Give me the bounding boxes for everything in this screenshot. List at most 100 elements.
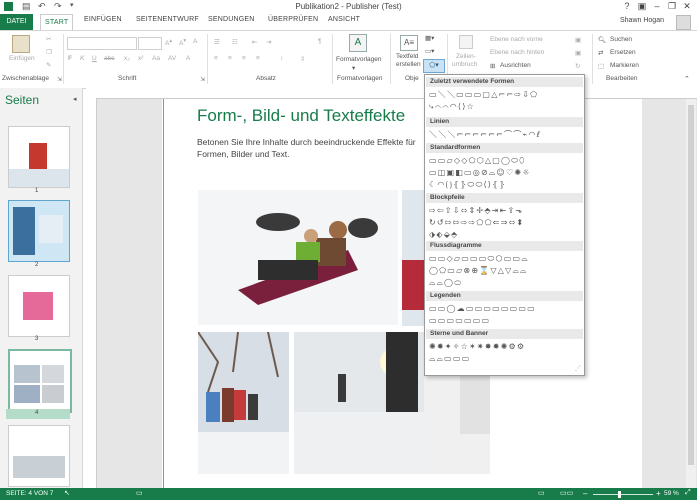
- align-icon[interactable]: ⊞: [490, 62, 495, 70]
- block-arrows-row[interactable]: ⇨⇦⇧⇩⬄⇕✢⬘⇥⇤⇪⬎: [429, 205, 579, 217]
- flowchart-row[interactable]: ▭▭◇▱▭▭▭⬭⬡▭▭⌓: [429, 253, 579, 265]
- block-arrows-row[interactable]: ↻↺⇰⇰⇨⇨⬠⬠⇐⇒⬄⬍: [429, 217, 579, 229]
- wrap-text-button-line2[interactable]: umbruch: [452, 61, 477, 68]
- pilcrow-icon[interactable]: ¶: [318, 38, 322, 45]
- find-button[interactable]: Suchen: [610, 36, 632, 43]
- vertical-scrollbar[interactable]: [686, 99, 696, 488]
- group-icon[interactable]: ▣: [575, 36, 581, 44]
- select-icon[interactable]: ⬚: [598, 62, 604, 70]
- increase-indent-icon[interactable]: ⇥: [266, 38, 271, 46]
- tab-view[interactable]: ANSICHT: [328, 16, 360, 23]
- photo-red-car[interactable]: [402, 190, 424, 326]
- horizontal-ruler[interactable]: [86, 88, 697, 99]
- paste-button[interactable]: Einfügen: [9, 55, 35, 62]
- font-name-field[interactable]: [67, 37, 137, 50]
- photo-sledding[interactable]: [198, 190, 398, 325]
- char-spacing-icon[interactable]: AV: [168, 55, 176, 62]
- tab-insert[interactable]: EINFÜGEN: [84, 16, 122, 23]
- textbox-icon[interactable]: A≡: [400, 35, 418, 51]
- tab-page-design[interactable]: SEITENENTWURF: [136, 16, 199, 23]
- replace-icon[interactable]: ⇄: [598, 49, 603, 57]
- fit-page-icon[interactable]: ⤢: [685, 489, 691, 497]
- grow-font-icon[interactable]: A▴: [165, 38, 172, 47]
- minimize-icon[interactable]: –: [651, 1, 663, 11]
- zoom-level[interactable]: 59 %: [664, 490, 679, 497]
- picture-icon[interactable]: ▭▾: [425, 47, 434, 55]
- styles-button[interactable]: Formatvorlagen: [336, 56, 382, 63]
- user-name[interactable]: Shawn Hogan: [620, 17, 664, 24]
- page-thumbnail-3[interactable]: [8, 275, 70, 337]
- textbox-button-line2[interactable]: erstellen: [396, 61, 421, 68]
- photo-sunset-skater[interactable]: [294, 332, 424, 474]
- scrollbar-thumb[interactable]: [688, 105, 694, 465]
- select-button[interactable]: Markieren: [610, 62, 639, 69]
- bold-icon[interactable]: F: [68, 55, 72, 62]
- tab-file[interactable]: DATEI: [0, 14, 33, 30]
- single-page-view-icon[interactable]: ▭: [538, 489, 545, 497]
- bring-forward-button[interactable]: Ebene nach vorne: [490, 36, 543, 43]
- textbox-button[interactable]: Textfeld: [396, 53, 418, 60]
- two-page-view-icon[interactable]: ▭▭: [560, 489, 573, 497]
- table-icon[interactable]: ▦▾: [425, 34, 434, 42]
- justify-icon[interactable]: ≡: [256, 55, 260, 62]
- paragraph-spacing-icon[interactable]: ⇳: [300, 55, 305, 63]
- clear-format-icon[interactable]: A: [193, 38, 197, 45]
- clipboard-launcher-icon[interactable]: ⇲: [57, 76, 62, 83]
- wrap-text-button[interactable]: Zeilen-: [456, 53, 476, 60]
- format-painter-icon[interactable]: ✎: [46, 61, 51, 69]
- page-thumbnail-5[interactable]: [8, 425, 70, 487]
- styles-icon[interactable]: A: [349, 34, 367, 52]
- page-thumbnail-2[interactable]: [8, 200, 70, 262]
- align-left-icon[interactable]: ≡: [214, 55, 218, 62]
- cut-icon[interactable]: ✂: [46, 35, 51, 43]
- flowchart-row[interactable]: ⌓⌓◯⬭: [429, 277, 579, 289]
- shapes-button[interactable]: ⬠▾: [423, 59, 445, 73]
- flowchart-row[interactable]: ◯⬠▭▱⊗⊕⌛▽△▽⌓⌓: [429, 265, 579, 277]
- align-right-icon[interactable]: ≡: [242, 55, 246, 62]
- ungroup-icon[interactable]: ▣: [575, 49, 581, 57]
- replace-button[interactable]: Ersetzen: [610, 49, 636, 56]
- italic-icon[interactable]: K: [80, 55, 84, 62]
- vertical-ruler[interactable]: [86, 98, 97, 488]
- superscript-icon[interactable]: x²: [138, 55, 143, 62]
- case-icon[interactable]: Aa: [152, 55, 160, 62]
- find-icon[interactable]: 🔍︎: [598, 36, 606, 44]
- tab-review[interactable]: ÜBERPRÜFEN: [268, 16, 318, 23]
- close-icon[interactable]: ✕: [681, 1, 693, 12]
- zoom-in-icon[interactable]: +: [656, 489, 661, 498]
- numbering-icon[interactable]: ☷: [232, 38, 238, 46]
- align-button[interactable]: Ausrichten: [500, 62, 531, 69]
- rotate-icon[interactable]: ↻: [575, 62, 580, 70]
- collapse-pane-icon[interactable]: ◂: [73, 95, 77, 103]
- page-subtext[interactable]: Betonen Sie Ihre Inhalte durch beeindruc…: [197, 136, 427, 160]
- paste-icon[interactable]: [12, 35, 30, 53]
- basic-shapes-row[interactable]: ▭◫▣◧▭◎⊘⌓☺♡✺☼: [429, 167, 579, 179]
- tab-start[interactable]: START: [40, 14, 74, 30]
- decrease-indent-icon[interactable]: ⇤: [252, 38, 257, 46]
- font-color-icon[interactable]: A: [186, 55, 190, 62]
- align-center-icon[interactable]: ≡: [228, 55, 232, 62]
- photo-partial-right[interactable]: [424, 374, 490, 474]
- photo-winter-walk[interactable]: [198, 332, 289, 474]
- underline-icon[interactable]: U: [92, 55, 97, 62]
- font-launcher-icon[interactable]: ⇲: [200, 76, 205, 83]
- banners-row[interactable]: ⌓⌓▭▭▭: [429, 353, 579, 365]
- page-thumbnail-1[interactable]: [8, 126, 70, 188]
- wrap-text-icon[interactable]: [459, 35, 473, 49]
- subscript-icon[interactable]: x₂: [124, 55, 130, 62]
- page-thumbnail-4[interactable]: [8, 349, 72, 413]
- copy-icon[interactable]: ❐: [46, 48, 52, 56]
- line-spacing-icon[interactable]: ↕: [280, 55, 283, 62]
- basic-shapes-row[interactable]: ▭▭▱◇◇⬠⬡△▢◯⬭⬯: [429, 155, 579, 167]
- recent-shapes-row[interactable]: ⤷⌒⌒◠⟨⟩☆: [429, 101, 579, 113]
- menu-resize-icon[interactable]: ⋰: [575, 365, 581, 372]
- ribbon-display-icon[interactable]: ▣: [636, 1, 648, 12]
- font-size-field[interactable]: [138, 37, 162, 50]
- shrink-font-icon[interactable]: A▾: [179, 38, 186, 47]
- callouts-row[interactable]: ▭▭▭▭▭▭▭: [429, 315, 579, 327]
- avatar[interactable]: [676, 15, 691, 30]
- lines-row[interactable]: ＼＼＼⌐⌐⌐⌐⌐⌐⌒⌒⌁◠ℓ: [429, 129, 579, 141]
- styles-dropdown-icon[interactable]: ▾: [352, 64, 355, 72]
- collapse-ribbon-icon[interactable]: ⌃: [684, 75, 690, 83]
- callouts-row[interactable]: ▭▭◯☁▭▭▭▭▭▭▭▭: [429, 303, 579, 315]
